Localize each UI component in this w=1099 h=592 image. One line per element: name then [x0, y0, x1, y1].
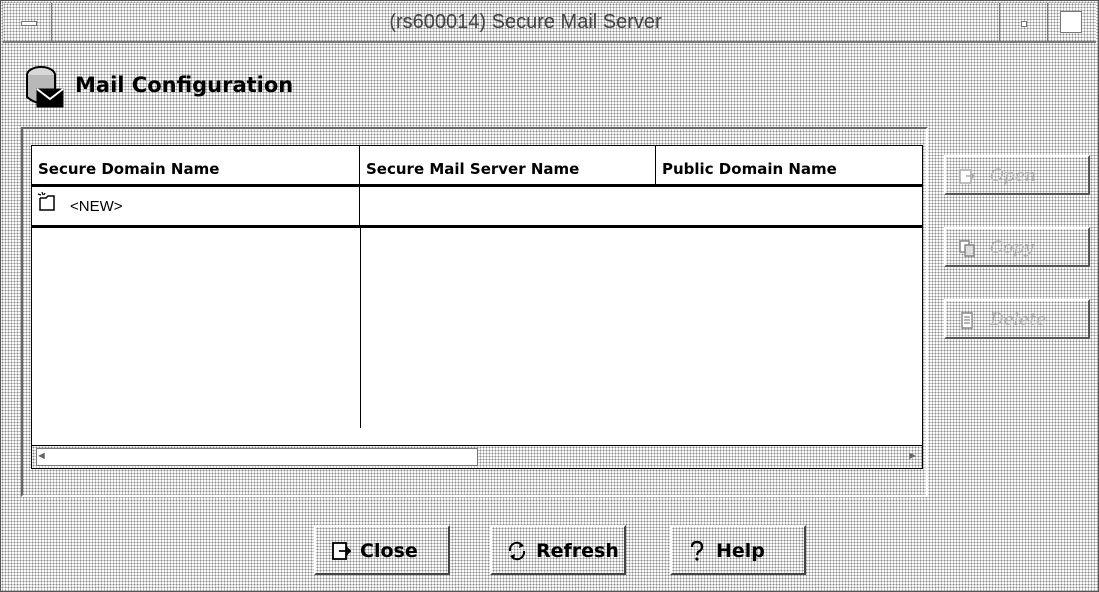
new-entry-label: <NEW> — [70, 198, 123, 215]
open-button[interactable]: Open — [944, 155, 1090, 195]
table-header: Secure Domain Name Secure Mail Server Na… — [32, 146, 922, 187]
table-panel: Secure Domain Name Secure Mail Server Na… — [21, 127, 928, 497]
delete-icon — [961, 312, 973, 329]
scrollbar-thumb[interactable] — [36, 448, 478, 466]
copy-button[interactable]: Copy — [944, 227, 1090, 267]
copy-label: Copy — [990, 238, 1034, 258]
column-header-secure-mail-server[interactable]: Secure Mail Server Name — [360, 146, 656, 184]
refresh-icon — [508, 541, 526, 561]
domains-table: Secure Domain Name Secure Mail Server Na… — [31, 145, 923, 469]
main-window: (rs600014) Secure Mail Server Mail Confi… — [0, 0, 1099, 592]
column-header-public-domain[interactable]: Public Domain Name — [656, 146, 922, 184]
scroll-left-icon[interactable]: ◄ — [36, 450, 47, 462]
close-label: Close — [360, 540, 418, 562]
open-label: Open — [990, 166, 1036, 186]
help-button[interactable]: Help — [670, 525, 806, 575]
close-button[interactable]: Close — [314, 525, 450, 575]
mail-server-icon — [26, 66, 64, 108]
delete-button[interactable]: Delete — [944, 299, 1090, 339]
copy-icon — [959, 240, 975, 257]
help-label: Help — [716, 540, 765, 562]
title-bar[interactable]: (rs600014) Secure Mail Server — [3, 3, 1096, 43]
horizontal-scrollbar[interactable]: ◄ ► — [32, 445, 922, 468]
maximize-button[interactable] — [1047, 3, 1096, 41]
maximize-icon — [1060, 11, 1082, 33]
scroll-right-icon[interactable]: ► — [907, 450, 918, 462]
refresh-label: Refresh — [536, 540, 619, 562]
window-menu-button[interactable] — [3, 3, 52, 41]
window-title: (rs600014) Secure Mail Server — [389, 11, 662, 33]
minimize-icon — [1021, 21, 1027, 27]
table-row[interactable]: <NEW> — [32, 187, 922, 228]
delete-label: Delete — [990, 310, 1047, 330]
window-menu-icon — [21, 21, 37, 26]
help-icon — [690, 540, 704, 561]
column-divider — [360, 228, 361, 428]
close-icon — [332, 542, 352, 560]
refresh-button[interactable]: Refresh — [490, 525, 626, 575]
new-item-icon — [37, 191, 55, 211]
secure-domain-cell[interactable]: <NEW> — [32, 187, 360, 225]
open-icon — [959, 169, 976, 184]
column-header-secure-domain[interactable]: Secure Domain Name — [32, 146, 360, 184]
minimize-button[interactable] — [999, 3, 1048, 41]
page-title: Mail Configuration — [75, 73, 294, 97]
